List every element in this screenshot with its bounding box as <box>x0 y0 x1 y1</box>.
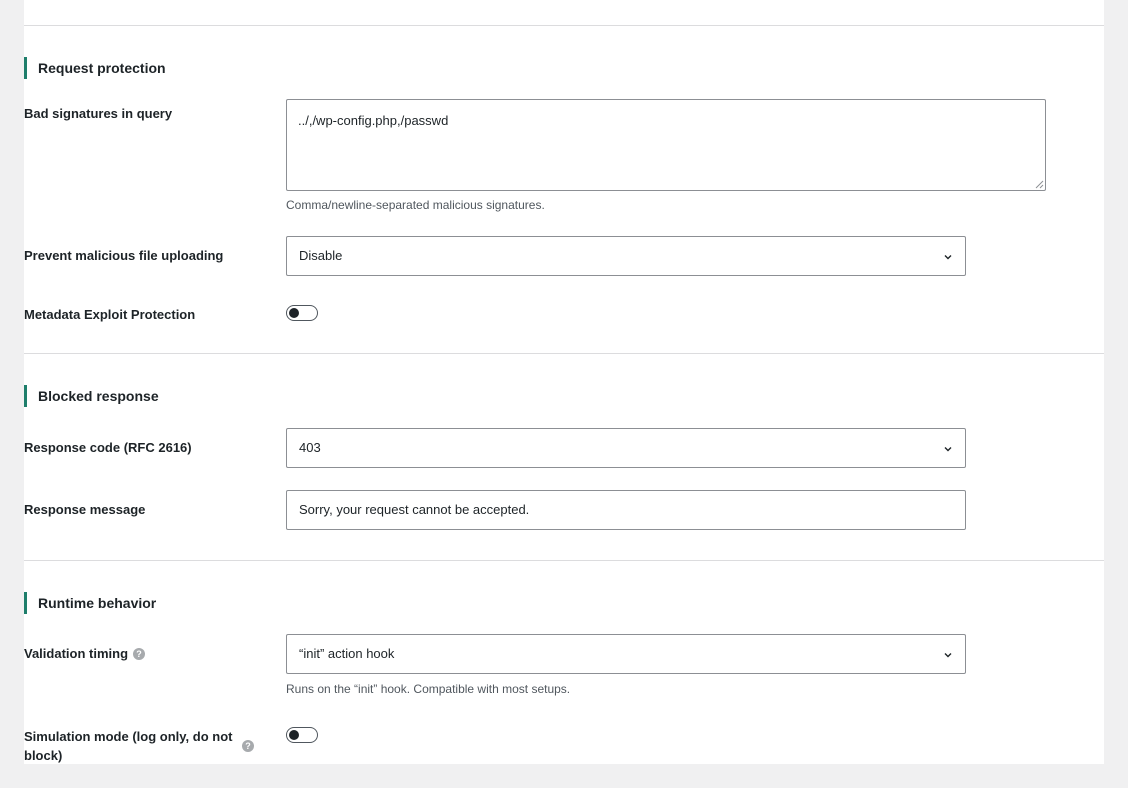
chevron-down-icon <box>944 447 952 452</box>
section-divider <box>24 25 1104 26</box>
section-title-runtime-behavior: Runtime behavior <box>24 592 156 614</box>
chevron-down-icon <box>944 653 952 658</box>
file-upload-select[interactable]: Disable <box>286 236 966 276</box>
validation-timing-label-text: Validation timing <box>24 646 129 661</box>
bad-signatures-description: Comma/newline-separated malicious signat… <box>286 198 545 212</box>
section-divider <box>24 353 1104 354</box>
file-upload-selected-value: Disable <box>299 248 343 263</box>
validation-timing-description: Runs on the “init” hook. Compatible with… <box>286 682 571 696</box>
validation-timing-label: Validation timing? <box>24 644 264 663</box>
validation-timing-select[interactable]: “init” action hook <box>286 634 966 674</box>
simulation-mode-toggle[interactable] <box>286 727 318 743</box>
resize-grip-icon[interactable] <box>1035 180 1044 189</box>
response-code-select[interactable]: 403 <box>286 428 966 468</box>
response-message-label: Response message <box>24 502 146 517</box>
question-circle-icon[interactable]: ? <box>242 740 254 752</box>
bad-signatures-textarea[interactable]: ../,/wp-config.php,/passwd <box>286 99 1046 191</box>
section-divider <box>24 560 1104 561</box>
response-message-input[interactable]: Sorry, your request cannot be accepted. <box>286 490 966 530</box>
settings-panel: Request protection Bad signatures in que… <box>24 0 1104 764</box>
file-upload-label: Prevent malicious file uploading <box>24 248 224 263</box>
response-code-selected-value: 403 <box>299 440 321 455</box>
toggle-knob <box>289 730 299 740</box>
validation-timing-selected-value: “init” action hook <box>299 646 395 661</box>
metadata-exploit-label: Metadata Exploit Protection <box>24 307 196 322</box>
response-code-label: Response code (RFC 2616) <box>24 440 192 455</box>
bad-signatures-value: ../,/wp-config.php,/passwd <box>298 113 449 128</box>
question-circle-icon[interactable]: ? <box>133 647 146 660</box>
toggle-knob <box>289 308 299 318</box>
response-message-value: Sorry, your request cannot be accepted. <box>299 502 530 517</box>
chevron-down-icon <box>944 255 952 260</box>
metadata-exploit-toggle[interactable] <box>286 305 318 321</box>
section-title-request-protection: Request protection <box>24 57 166 79</box>
simulation-mode-label: Simulation mode (log only, do not block) <box>24 729 233 763</box>
section-title-blocked-response: Blocked response <box>24 385 159 407</box>
bad-signatures-label: Bad signatures in query <box>24 106 173 121</box>
